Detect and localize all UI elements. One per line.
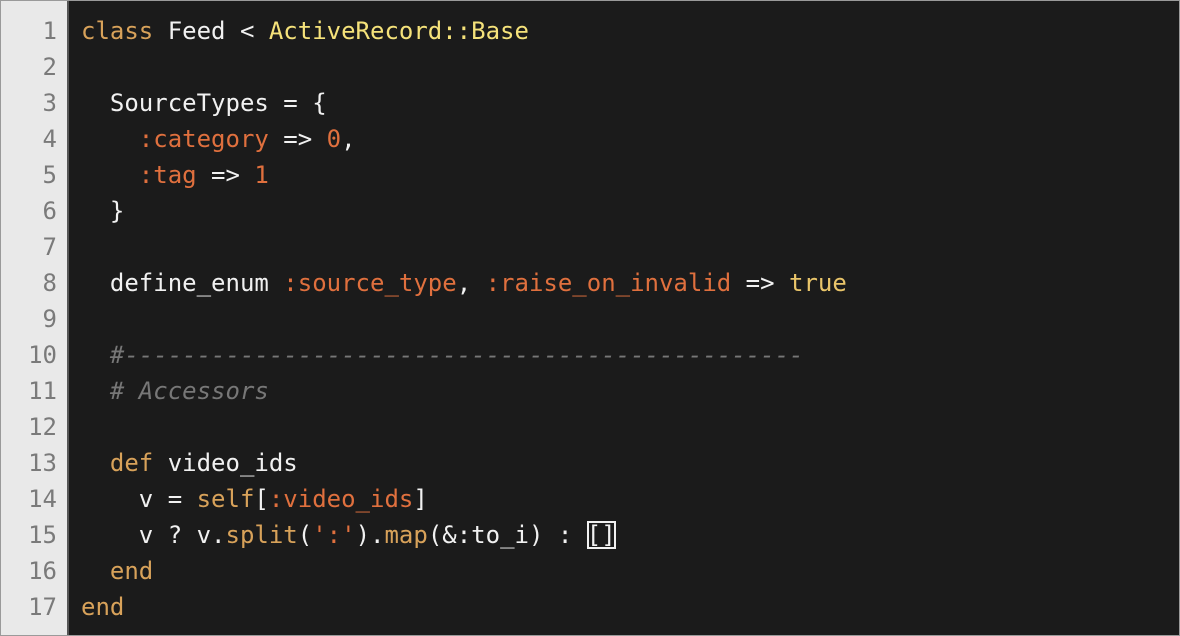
line-number: 5 — [42, 161, 57, 189]
code-line[interactable] — [81, 229, 1179, 265]
code-token: map — [384, 521, 428, 549]
code-line[interactable]: SourceTypes = { — [81, 85, 1179, 121]
code-token: self — [196, 485, 255, 513]
code-token: ] — [413, 485, 428, 513]
code-token: video_ids — [153, 449, 298, 477]
code-line[interactable]: #---------------------------------------… — [81, 337, 1179, 373]
line-number: 13 — [28, 449, 57, 477]
code-editor[interactable]: 1 2 3 4 5 6 7 8 9 10 11 12 13 14 15 16 17 class Feed < A… — [0, 0, 1180, 636]
code-token: :source_type — [283, 269, 457, 297]
line-number: 12 — [28, 413, 57, 441]
line-number: 1 — [42, 17, 57, 45]
line-number: 6 — [42, 197, 57, 225]
code-token: , — [341, 125, 356, 153]
code-line[interactable]: define_enum :source_type, :raise_on_inva… — [81, 265, 1179, 301]
code-area[interactable]: class Feed < ActiveRecord::Base SourceTy… — [69, 1, 1179, 635]
code-token: end — [81, 557, 154, 585]
code-token: ( — [297, 521, 313, 549]
code-line[interactable]: # Accessors — [81, 373, 1179, 409]
line-number-gutter: 1 2 3 4 5 6 7 8 9 10 11 12 13 14 15 16 17 — [1, 1, 69, 635]
line-number: 8 — [42, 269, 57, 297]
line-number: 15 — [28, 521, 57, 549]
code-token: => — [196, 161, 255, 189]
code-line[interactable]: class Feed < ActiveRecord::Base — [81, 13, 1179, 49]
code-line[interactable]: end — [81, 553, 1179, 589]
line-number: 7 — [42, 233, 57, 261]
line-number: 2 — [42, 53, 57, 81]
code-line[interactable]: v = self[:video_ids] — [81, 481, 1179, 517]
code-token: ). — [355, 521, 385, 549]
code-line[interactable] — [81, 409, 1179, 445]
code-token: [ — [254, 485, 269, 513]
code-line[interactable]: end — [81, 589, 1179, 625]
code-line[interactable]: v ? v.split(':').map(&:to_i) : [] — [81, 517, 1179, 553]
code-token: , — [456, 269, 486, 297]
code-token: => — [731, 269, 790, 297]
line-number: 14 — [28, 485, 57, 513]
code-token: :raise_on_invalid — [485, 269, 732, 297]
code-token: ':' — [312, 521, 356, 549]
code-token: :video_ids — [268, 485, 414, 513]
code-token: Feed < — [153, 17, 269, 45]
line-number: 11 — [28, 377, 57, 405]
code-token: class — [81, 17, 154, 45]
code-line[interactable] — [81, 301, 1179, 337]
code-token: (&:to_i) : — [427, 521, 587, 549]
code-token: => — [268, 125, 327, 153]
line-number: 17 — [28, 593, 57, 621]
code-line[interactable]: :category => 0, — [81, 121, 1179, 157]
code-token: # Accessors — [81, 377, 269, 405]
line-number: 4 — [42, 125, 57, 153]
code-token: def — [81, 449, 154, 477]
code-line[interactable]: :tag => 1 — [81, 157, 1179, 193]
code-line[interactable]: } — [81, 193, 1179, 229]
line-number: 10 — [28, 341, 57, 369]
code-token: v ? v. — [81, 521, 226, 549]
code-token: 0 — [326, 125, 342, 153]
line-number: 16 — [28, 557, 57, 585]
code-token: define_enum — [81, 269, 284, 297]
code-token: end — [81, 593, 125, 621]
code-token: 1 — [254, 161, 269, 189]
code-token: :tag — [138, 161, 197, 189]
line-number: 3 — [42, 89, 57, 117]
code-token: } — [81, 197, 125, 225]
code-token: ActiveRecord::Base — [268, 17, 529, 45]
code-token: #---------------------------------------… — [81, 341, 804, 369]
line-number: 9 — [42, 305, 57, 333]
code-token: true — [789, 269, 847, 297]
empty-array-token: [] — [586, 521, 616, 549]
code-token: v = — [81, 485, 197, 513]
code-token: SourceTypes = { — [81, 89, 327, 117]
code-line[interactable] — [81, 49, 1179, 85]
code-line[interactable]: def video_ids — [81, 445, 1179, 481]
code-token: :category — [138, 125, 269, 153]
code-token: split — [225, 521, 298, 549]
